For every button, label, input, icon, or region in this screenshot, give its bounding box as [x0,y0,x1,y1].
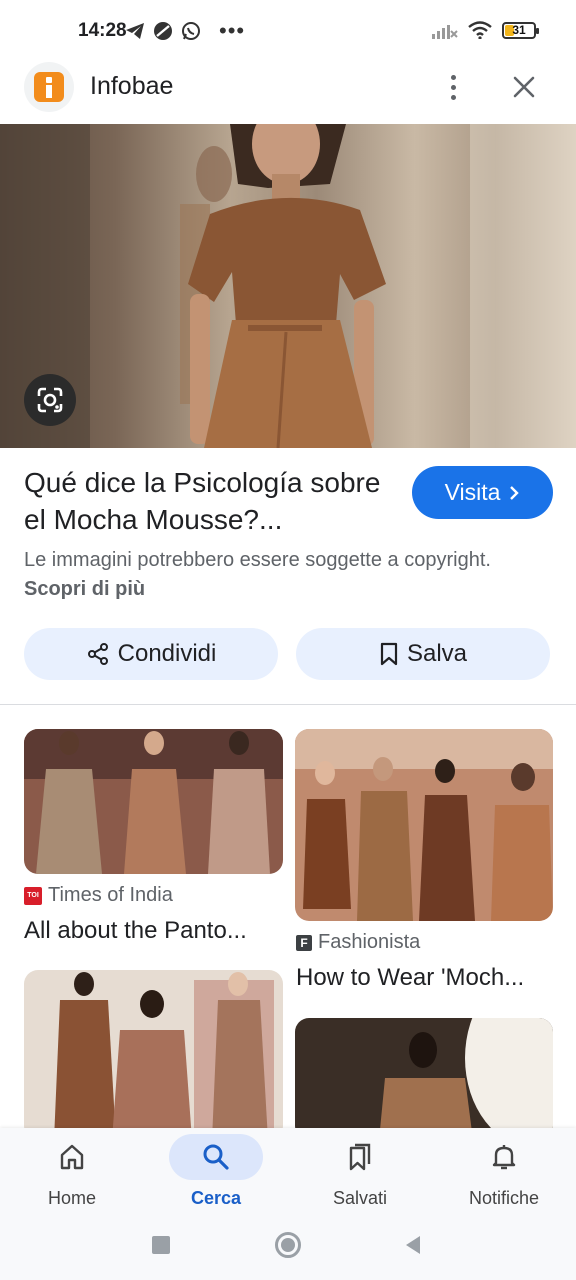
nav-home-pill [25,1134,119,1180]
related-image-2[interactable] [295,729,553,921]
wifi-icon [468,21,492,39]
related-image-1[interactable] [24,729,283,874]
nav-saved[interactable]: Salvati [288,1128,432,1218]
whatsapp-icon [182,22,200,40]
related-photo-2 [295,729,553,921]
signal-icon [432,25,458,39]
battery-icon: 31 [502,21,539,39]
bookmarks-icon [349,1143,371,1171]
system-icons: 31 [432,21,539,39]
home-icon [60,1144,84,1170]
bell-icon [492,1145,516,1170]
close-icon[interactable] [506,70,542,104]
card-source-1: TOI Times of India [24,884,173,907]
google-lens-icon [37,387,63,413]
card-title-2[interactable]: How to Wear 'Moch... [296,964,554,992]
telegram-icon [126,23,144,39]
nav-notifications-label: Notifiche [468,1188,540,1208]
back-button[interactable] [402,1234,424,1256]
search-icon [203,1144,229,1170]
share-button[interactable]: Condividi [24,628,278,680]
save-label: Salva [406,640,468,667]
hero-photo [0,124,576,448]
save-button[interactable]: Salva [296,628,550,680]
copyright-text: Le immagini potrebbero essere soggette a… [24,549,491,571]
nav-saved-label: Salvati [332,1188,388,1208]
notification-icons: ••• [125,18,246,43]
learn-more-link[interactable]: Scopri di più [24,578,145,600]
nav-home[interactable]: Home [0,1128,144,1218]
fashionista-icon: F [296,934,312,951]
share-label: Condividi [117,640,217,667]
related-image-4[interactable] [295,1018,553,1140]
nav-search[interactable]: Cerca [144,1128,288,1218]
card-source-label-1: Times of India [48,884,173,906]
times-of-india-icon: TOI [24,886,42,905]
site-name: Infobae [90,72,174,100]
related-photo-1 [24,729,283,874]
nav-notifications-pill [457,1134,551,1180]
result-image[interactable] [0,124,576,448]
bottom-navigation: Home Cerca Salvati Notifiche [0,1128,576,1218]
nav-saved-pill [313,1134,407,1180]
related-photo-4 [295,1018,553,1140]
lens-button[interactable] [24,374,76,426]
status-bar: 14:28 ••• 31 [0,0,576,62]
card-title-1[interactable]: All about the Panto... [24,917,283,945]
card-source-2: F Fashionista [296,931,420,954]
section-divider [0,704,576,705]
copyright-notice: Le immagini potrebbero essere soggette a… [24,546,544,604]
share-icon [87,643,108,665]
more-notifications-icon: ••• [219,18,246,43]
nav-home-label: Home [47,1188,96,1208]
status-time: 14:28 [78,20,127,41]
visit-button[interactable]: Visita [412,466,553,519]
result-title[interactable]: Qué dice la Psicología sobre el Mocha Mo… [24,464,404,538]
related-photo-3 [24,970,283,1140]
system-navigation-bar [0,1218,576,1280]
recent-apps-button[interactable] [152,1236,170,1254]
home-system-button[interactable] [275,1232,301,1258]
nav-search-label: Cerca [190,1188,242,1208]
nav-search-pill [169,1134,263,1180]
bookmark-icon [380,642,398,666]
related-image-3[interactable] [24,970,283,1140]
visit-label: Visita [444,479,501,505]
card-source-label-2: Fashionista [318,931,421,953]
more-vert-icon[interactable] [438,70,468,104]
nav-notifications[interactable]: Notifiche [432,1128,576,1218]
disturb-icon [154,22,172,40]
battery-level: 31 [512,22,526,37]
chevron-right-icon [510,485,520,500]
result-header: Infobae [0,58,576,118]
site-logo [24,62,74,112]
